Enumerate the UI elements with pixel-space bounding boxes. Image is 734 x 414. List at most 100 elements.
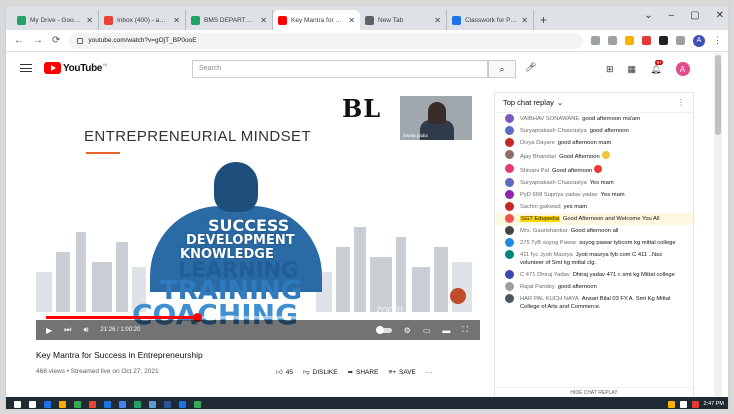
- tray-icon[interactable]: [667, 400, 675, 408]
- create-video-icon[interactable]: ⊞: [606, 64, 614, 75]
- hamburger-menu-icon[interactable]: [20, 64, 32, 72]
- chat-author[interactable]: Divya Dayare: [520, 140, 555, 146]
- chevron-down-icon[interactable]: ⌄: [557, 98, 563, 107]
- taskbar-app-icon[interactable]: [194, 400, 201, 408]
- account-avatar[interactable]: A: [675, 62, 690, 76]
- like-button[interactable]: 👍︎ 45: [276, 368, 293, 377]
- dislike-button[interactable]: 👎︎ DISLIKE: [303, 368, 338, 377]
- chat-avatar[interactable]: [505, 202, 514, 211]
- browser-tab[interactable]: BMS DEPARTMENTAL✕: [186, 10, 273, 30]
- chat-avatar[interactable]: [505, 126, 514, 135]
- minimize-button[interactable]: –: [669, 10, 675, 21]
- taskbar-app-icon[interactable]: [134, 400, 141, 408]
- taskbar-app-icon[interactable]: [104, 400, 111, 408]
- chat-author[interactable]: Ajay Bhandari: [520, 154, 556, 160]
- chat-avatar[interactable]: [505, 250, 514, 259]
- autoplay-toggle[interactable]: [375, 325, 392, 334]
- extension-icon[interactable]: [608, 36, 617, 45]
- taskbar-app-icon[interactable]: [74, 400, 81, 408]
- forward-button[interactable]: →: [33, 35, 43, 46]
- chat-author[interactable]: PyD 668 Supriya yadav yadav: [520, 192, 598, 198]
- chat-author[interactable]: Rajat Pandey: [520, 284, 555, 290]
- chat-avatar[interactable]: [505, 114, 514, 123]
- taskbar-app-icon[interactable]: [164, 400, 171, 408]
- apps-grid-icon[interactable]: ▦: [628, 64, 637, 75]
- chat-avatar[interactable]: [505, 164, 514, 173]
- extension-icon[interactable]: [591, 36, 600, 45]
- volume-icon[interactable]: 🔊︎: [83, 325, 88, 335]
- close-tab-icon[interactable]: ✕: [260, 16, 267, 25]
- chat-author[interactable]: Mrs. Gaurishankar: [520, 228, 568, 234]
- chat-avatar[interactable]: [505, 178, 514, 187]
- url-bar[interactable]: youtube.com/watch?v=gOjT_BP0ooE: [69, 32, 583, 49]
- close-window-button[interactable]: ✕: [716, 10, 724, 21]
- video-player[interactable]: ENTREPRENEURIAL MINDSET BL Sweta padia S…: [36, 92, 480, 340]
- next-icon[interactable]: ⏭︎: [64, 325, 71, 335]
- puzzle-icon[interactable]: [659, 36, 668, 45]
- chevron-down-icon[interactable]: ⌄: [644, 10, 652, 21]
- close-tab-icon[interactable]: ✕: [521, 16, 528, 25]
- tray-icon[interactable]: [691, 400, 699, 408]
- fullscreen-icon[interactable]: ⛶: [462, 325, 468, 335]
- reload-button[interactable]: ⟳: [52, 35, 60, 46]
- browser-tab[interactable]: Key Mantra for Succes✕: [273, 10, 360, 30]
- chat-author[interactable]: 411 fyc Jyoti Maurya: [520, 252, 573, 258]
- chat-author[interactable]: Suryaprakash Chaurasiya: [520, 180, 587, 186]
- taskbar-app-icon[interactable]: [89, 400, 96, 408]
- more-actions-icon[interactable]: ···: [426, 369, 433, 376]
- maximize-button[interactable]: ▢: [690, 10, 699, 21]
- kebab-menu-icon[interactable]: ⋮: [713, 35, 722, 46]
- browser-tab[interactable]: New Tab ✕: [360, 10, 447, 30]
- taskbar-app-icon[interactable]: [149, 400, 156, 408]
- chat-author[interactable]: Suryaprakash Chaurasiya: [520, 128, 587, 134]
- save-button[interactable]: ≡+ SAVE: [388, 369, 415, 376]
- video-progress-bar[interactable]: [46, 313, 470, 322]
- taskbar-app-icon[interactable]: [119, 400, 126, 408]
- chat-author[interactable]: 275 TyB suyog Pawar: [520, 240, 576, 246]
- hide-chat-button[interactable]: HIDE CHAT REPLAY: [495, 387, 693, 397]
- extension-icon[interactable]: [642, 36, 651, 45]
- taskbar-app-icon[interactable]: [44, 400, 51, 408]
- chat-author[interactable]: HAR PAL KUCH NAYA: [520, 296, 579, 302]
- chat-avatar[interactable]: [505, 214, 514, 223]
- close-tab-icon[interactable]: ✕: [434, 16, 441, 25]
- chat-avatar[interactable]: [505, 150, 514, 159]
- scrollbar-thumb[interactable]: [715, 55, 721, 135]
- browser-tab[interactable]: Classwork for Principl✕: [447, 10, 534, 30]
- chat-author[interactable]: Sachin gaikwad: [520, 204, 561, 210]
- browser-profile-avatar[interactable]: A: [693, 34, 705, 47]
- microphone-icon[interactable]: 🎤︎: [525, 62, 536, 73]
- close-tab-icon[interactable]: ✕: [86, 16, 93, 25]
- close-tab-icon[interactable]: ✕: [173, 16, 180, 25]
- search-button[interactable]: ⌕: [488, 60, 516, 78]
- miniplayer-icon[interactable]: ▭: [423, 326, 431, 335]
- chat-avatar[interactable]: [505, 190, 514, 199]
- play-icon[interactable]: ▶: [46, 326, 52, 335]
- clock[interactable]: 2:47 PM: [704, 401, 724, 407]
- new-tab-button[interactable]: +: [540, 13, 547, 27]
- chat-avatar[interactable]: [505, 270, 514, 279]
- chat-avatar[interactable]: [505, 294, 514, 303]
- chat-mode-dropdown[interactable]: Top chat replay: [503, 98, 554, 107]
- youtube-logo[interactable]: YouTube IN: [44, 62, 107, 74]
- chat-author[interactable]: VAIBHAV SONAWANE: [520, 116, 579, 122]
- reading-list-icon[interactable]: [676, 36, 685, 45]
- chat-author[interactable]: SGT Edupedia: [520, 216, 560, 222]
- back-button[interactable]: ←: [14, 35, 24, 46]
- browser-tab[interactable]: Inbox (400) - amritalv✕: [99, 10, 186, 30]
- share-button[interactable]: ➦ SHARE: [348, 368, 379, 377]
- notifications-bell-icon[interactable]: 🔔︎ 9+: [650, 59, 664, 75]
- taskbar-app-icon[interactable]: [179, 400, 186, 408]
- network-icon[interactable]: [679, 400, 687, 408]
- chat-menu-icon[interactable]: ⋮: [677, 98, 685, 107]
- chat-avatar[interactable]: [505, 226, 514, 235]
- settings-gear-icon[interactable]: ⚙︎: [404, 326, 411, 335]
- chat-avatar[interactable]: [505, 238, 514, 247]
- chat-author[interactable]: C 471 Dhiraj Yadav: [520, 272, 570, 278]
- taskbar-app-icon[interactable]: [59, 400, 66, 408]
- page-scrollbar[interactable]: [714, 53, 722, 398]
- bookmark-star-icon[interactable]: [625, 36, 634, 45]
- windows-start-icon[interactable]: [14, 400, 21, 408]
- browser-tab[interactable]: My Drive - Google Dri✕: [12, 10, 99, 30]
- search-input[interactable]: Search: [192, 60, 488, 78]
